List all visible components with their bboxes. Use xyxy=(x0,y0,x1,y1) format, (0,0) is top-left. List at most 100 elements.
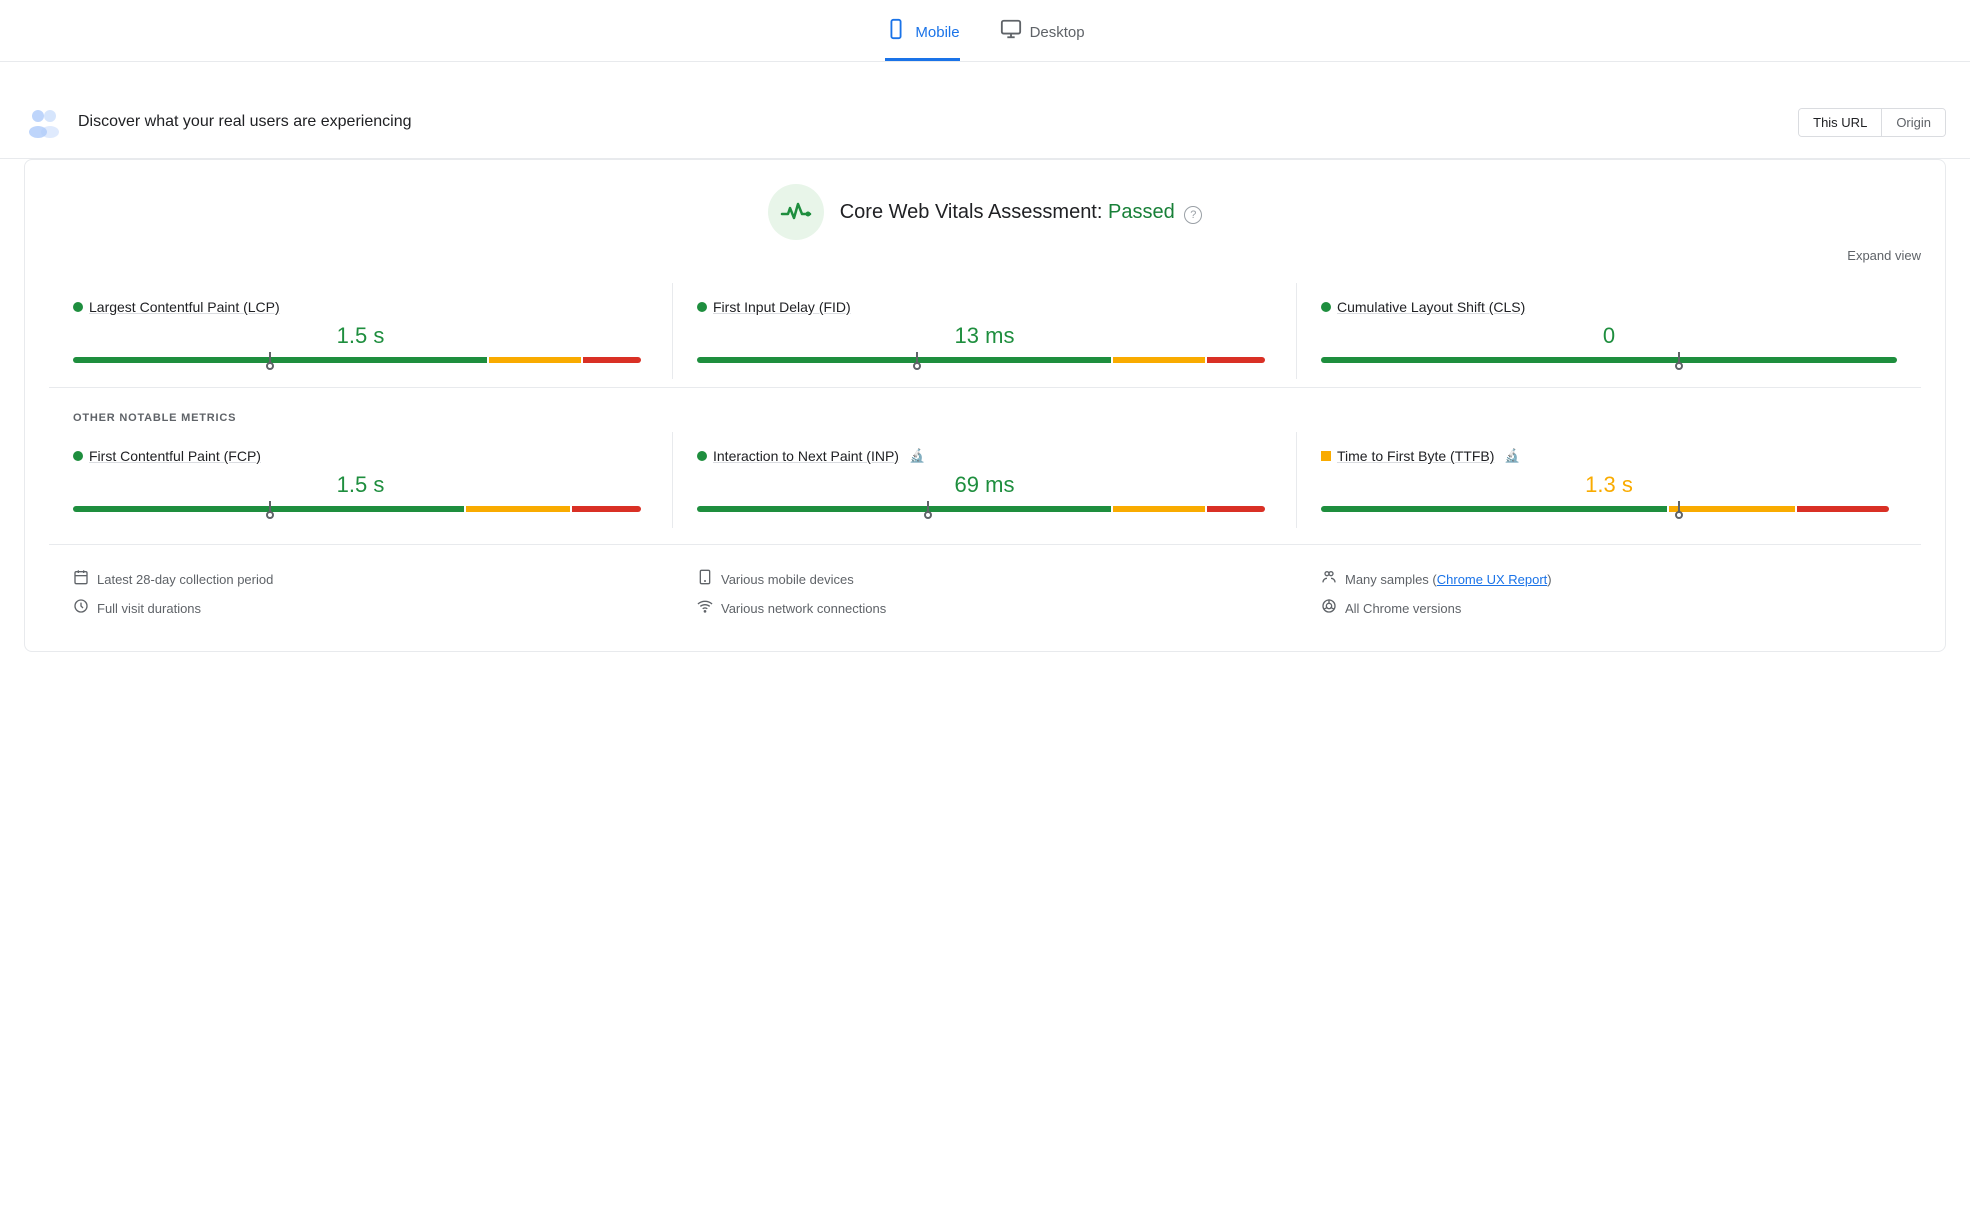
footer-network-text: Various network connections xyxy=(721,601,886,616)
main-card: Core Web Vitals Assessment: Passed ? Exp… xyxy=(24,159,1946,652)
footer-col-3: Many samples (Chrome UX Report) All Chro… xyxy=(1297,561,1921,627)
other-metrics-label: OTHER NOTABLE METRICS xyxy=(49,396,1921,424)
cls-marker xyxy=(1678,352,1680,368)
ttfb-lab-icon: 🔬 xyxy=(1504,448,1520,464)
inp-bar xyxy=(697,506,1272,512)
ttfb-status-square xyxy=(1321,451,1331,461)
cwv-title: Core Web Vitals Assessment: Passed ? xyxy=(840,201,1203,224)
fcp-marker xyxy=(269,501,271,517)
calendar-icon xyxy=(73,569,89,590)
lcp-bar-green xyxy=(73,357,487,363)
footer-item-samples: Many samples (Chrome UX Report) xyxy=(1321,569,1897,590)
inp-bar-green xyxy=(697,506,1111,512)
tab-mobile-label: Mobile xyxy=(915,24,959,41)
fcp-bar-red xyxy=(572,506,641,512)
network-icon xyxy=(697,598,713,619)
tab-mobile[interactable]: Mobile xyxy=(885,18,959,61)
metric-ttfb: Time to First Byte (TTFB) 🔬 1.3 s xyxy=(1297,432,1921,528)
cls-bar xyxy=(1321,357,1897,363)
metric-fcp: First Contentful Paint (FCP) 1.5 s xyxy=(49,432,673,528)
lcp-status-dot xyxy=(73,302,83,312)
footer-samples-text: Many samples (Chrome UX Report) xyxy=(1345,572,1552,587)
users-icon xyxy=(24,102,64,142)
cls-bar-green xyxy=(1321,357,1897,363)
section-header: Discover what your real users are experi… xyxy=(0,86,1970,159)
inp-link[interactable]: Interaction to Next Paint (INP) xyxy=(713,448,899,464)
footer-period-text: Latest 28-day collection period xyxy=(97,572,273,587)
fid-link[interactable]: First Input Delay (FID) xyxy=(713,299,851,315)
metric-cls-name: Cumulative Layout Shift (CLS) xyxy=(1321,299,1897,315)
cls-marker-circle xyxy=(1675,362,1683,370)
metric-cls: Cumulative Layout Shift (CLS) 0 xyxy=(1297,283,1921,379)
heartbeat-icon xyxy=(780,196,812,228)
lcp-value: 1.5 s xyxy=(73,323,648,349)
cwv-header: Core Web Vitals Assessment: Passed ? xyxy=(49,184,1921,240)
lcp-marker xyxy=(269,352,271,368)
cls-link[interactable]: Cumulative Layout Shift (CLS) xyxy=(1337,299,1525,315)
metric-ttfb-name: Time to First Byte (TTFB) 🔬 xyxy=(1321,448,1897,464)
desktop-icon xyxy=(1000,18,1022,46)
section-title: Discover what your real users are experi… xyxy=(78,113,411,131)
footer-info: Latest 28-day collection period Full vis… xyxy=(49,544,1921,627)
expand-view[interactable]: Expand view xyxy=(49,248,1921,263)
ttfb-bar xyxy=(1321,506,1897,512)
inp-marker-circle xyxy=(924,511,932,519)
footer-item-devices: Various mobile devices xyxy=(697,569,1273,590)
tab-desktop-label: Desktop xyxy=(1030,24,1085,41)
fid-value: 13 ms xyxy=(697,323,1272,349)
chrome-ux-link[interactable]: Chrome UX Report xyxy=(1437,572,1548,587)
tab-desktop[interactable]: Desktop xyxy=(1000,18,1085,61)
ttfb-value: 1.3 s xyxy=(1321,472,1897,498)
origin-button[interactable]: Origin xyxy=(1882,109,1945,136)
metric-lcp-name: Largest Contentful Paint (LCP) xyxy=(73,299,648,315)
cwv-label: Core Web Vitals Assessment: xyxy=(840,201,1103,223)
fid-bar-green xyxy=(697,357,1111,363)
ttfb-marker xyxy=(1678,501,1680,517)
ttfb-link[interactable]: Time to First Byte (TTFB) xyxy=(1337,448,1494,464)
this-url-button[interactable]: This URL xyxy=(1799,109,1882,136)
fid-bar-orange xyxy=(1113,357,1205,363)
footer-col-1: Latest 28-day collection period Full vis… xyxy=(49,561,673,627)
footer-col-2: Various mobile devices Various network c… xyxy=(673,561,1297,627)
inp-bar-orange xyxy=(1113,506,1205,512)
fcp-value: 1.5 s xyxy=(73,472,648,498)
help-icon[interactable]: ? xyxy=(1184,206,1202,224)
fcp-bar xyxy=(73,506,648,512)
fcp-status-dot xyxy=(73,451,83,461)
fcp-link[interactable]: First Contentful Paint (FCP) xyxy=(89,448,261,464)
fid-marker-circle xyxy=(913,362,921,370)
fid-bar-red xyxy=(1207,357,1265,363)
fid-status-dot xyxy=(697,302,707,312)
lcp-bar-orange xyxy=(489,357,581,363)
metric-fid-name: First Input Delay (FID) xyxy=(697,299,1272,315)
metric-lcp: Largest Contentful Paint (LCP) 1.5 s xyxy=(49,283,673,379)
users-small-icon xyxy=(1321,569,1337,590)
inp-value: 69 ms xyxy=(697,472,1272,498)
mobile-icon xyxy=(885,18,907,46)
fcp-marker-circle xyxy=(266,511,274,519)
footer-item-chrome: All Chrome versions xyxy=(1321,598,1897,619)
inp-status-dot xyxy=(697,451,707,461)
lcp-link[interactable]: Largest Contentful Paint (LCP) xyxy=(89,299,280,315)
metric-inp-name: Interaction to Next Paint (INP) 🔬 xyxy=(697,448,1272,464)
inp-lab-icon: 🔬 xyxy=(909,448,925,464)
footer-item-duration: Full visit durations xyxy=(73,598,649,619)
other-metrics-grid: First Contentful Paint (FCP) 1.5 s xyxy=(49,432,1921,528)
footer-devices-text: Various mobile devices xyxy=(721,572,854,587)
ttfb-bar-orange xyxy=(1669,506,1796,512)
footer-duration-text: Full visit durations xyxy=(97,601,201,616)
mobile-devices-icon xyxy=(697,569,713,590)
lcp-marker-circle xyxy=(266,362,274,370)
lcp-bar xyxy=(73,357,648,363)
inp-marker xyxy=(927,501,929,517)
ttfb-bar-green xyxy=(1321,506,1667,512)
inp-bar-red xyxy=(1207,506,1265,512)
timer-icon xyxy=(73,598,89,619)
footer-chrome-text: All Chrome versions xyxy=(1345,601,1461,616)
metric-inp: Interaction to Next Paint (INP) 🔬 69 ms xyxy=(673,432,1297,528)
fcp-bar-orange xyxy=(466,506,570,512)
cwv-icon xyxy=(768,184,824,240)
cls-value: 0 xyxy=(1321,323,1897,349)
chrome-icon xyxy=(1321,598,1337,619)
header-left: Discover what your real users are experi… xyxy=(24,102,411,142)
